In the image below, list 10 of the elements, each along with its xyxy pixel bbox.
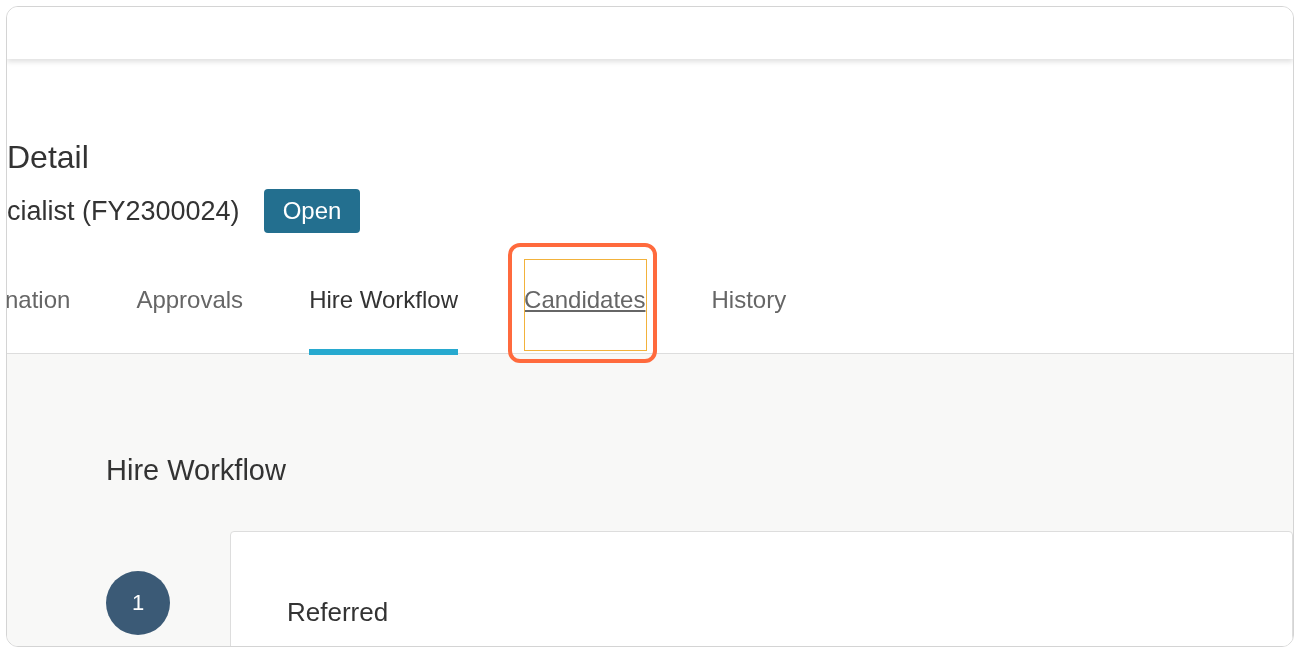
- job-title: cialist (FY2300024): [7, 195, 240, 227]
- tab[interactable]: Candidates: [524, 253, 646, 355]
- tab[interactable]: Approvals: [136, 253, 244, 355]
- tab[interactable]: nation: [7, 253, 71, 355]
- section-heading: Hire Workflow: [106, 454, 287, 487]
- tab[interactable]: History: [711, 253, 787, 355]
- step-label: Referred: [287, 597, 389, 627]
- status-badge: Open: [263, 189, 361, 233]
- page-title: Detail: [7, 138, 89, 177]
- step-number: 1: [106, 571, 170, 635]
